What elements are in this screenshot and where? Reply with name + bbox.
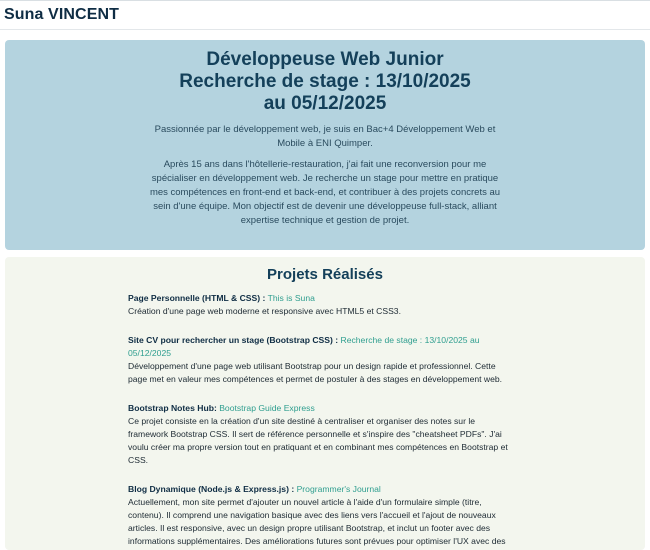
hero-intro: Passionnée par le développement web, je … xyxy=(154,124,496,149)
hero-title-line-1: Développeuse Web Junior xyxy=(206,49,444,70)
brand-link[interactable]: Suna VINCENT xyxy=(4,6,119,24)
hero-title-line-3: au 05/12/2025 xyxy=(263,93,387,114)
project-heading: Bootstrap Notes Hub: Bootstrap Guide Exp… xyxy=(128,402,510,415)
project-description: Création d'une page web moderne et respo… xyxy=(128,306,401,316)
project-item: Bootstrap Notes Hub: Bootstrap Guide Exp… xyxy=(128,402,510,467)
project-description: Développement d'une page web utilisant B… xyxy=(128,361,503,384)
hero-section: Développeuse Web Junior Recherche de sta… xyxy=(5,40,645,250)
project-name: Blog Dynamique (Node.js & Express.js) : xyxy=(128,484,295,494)
project-name: Page Personnelle (HTML & CSS) : xyxy=(128,293,266,303)
project-heading: Page Personnelle (HTML & CSS) : This is … xyxy=(128,292,510,305)
project-description: Actuellement, mon site permet d'ajouter … xyxy=(128,497,506,550)
project-item: Site CV pour rechercher un stage (Bootst… xyxy=(128,334,510,386)
project-link[interactable]: Bootstrap Guide Express xyxy=(219,403,315,413)
project-description: Ce projet consiste en la création d'un s… xyxy=(128,416,508,465)
project-name: Bootstrap Notes Hub: xyxy=(128,403,217,413)
hero-about: Après 15 ans dans l'hôtellerie-restaurat… xyxy=(149,159,501,226)
project-item: Page Personnelle (HTML & CSS) : This is … xyxy=(128,292,510,318)
project-heading: Site CV pour rechercher un stage (Bootst… xyxy=(128,334,510,360)
project-name: Site CV pour rechercher un stage (Bootst… xyxy=(128,335,339,345)
projects-title: Projets Réalisés xyxy=(267,266,383,283)
hero-title-line-2: Recherche de stage : 13/10/2025 xyxy=(179,71,471,92)
project-link[interactable]: Programmer's Journal xyxy=(297,484,381,494)
navbar: Suna VINCENT xyxy=(0,0,650,30)
hero-title: Développeuse Web Junior Recherche de sta… xyxy=(5,49,645,115)
project-item: Blog Dynamique (Node.js & Express.js) : … xyxy=(128,483,510,550)
projects-section: Projets Réalisés Page Personnelle (HTML … xyxy=(5,257,645,550)
project-heading: Blog Dynamique (Node.js & Express.js) : … xyxy=(128,483,510,496)
project-link[interactable]: This is Suna xyxy=(268,293,315,303)
